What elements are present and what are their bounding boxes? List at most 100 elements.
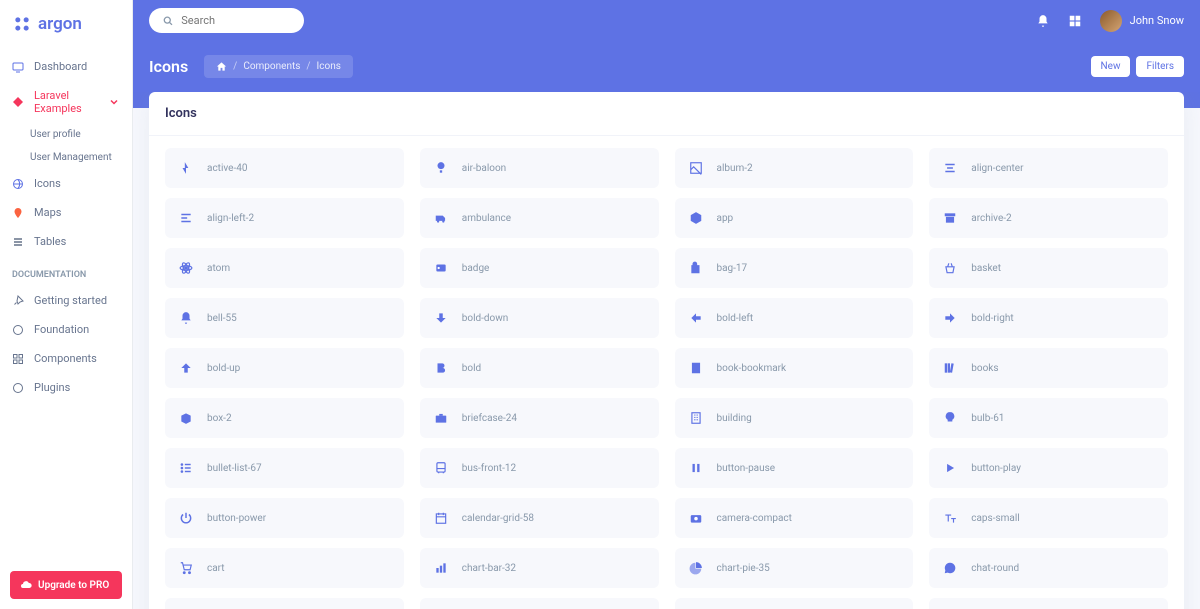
icon-cell-bulb-61[interactable]: bulb-61 bbox=[929, 398, 1168, 438]
icon-cell-atom[interactable]: atom bbox=[165, 248, 404, 288]
filters-button[interactable]: Filters bbox=[1136, 56, 1184, 77]
icon-cell-button-power[interactable]: button-power bbox=[165, 498, 404, 538]
breadcrumb-current: Icons bbox=[317, 61, 341, 72]
icon-label: active-40 bbox=[207, 163, 247, 174]
icon-cell-badge[interactable]: badge bbox=[420, 248, 659, 288]
icon-label: align-center bbox=[971, 163, 1023, 174]
upgrade-label: Upgrade to PRO bbox=[38, 580, 109, 591]
app-icon bbox=[689, 211, 703, 225]
icon-cell-building[interactable]: building bbox=[675, 398, 914, 438]
icon-cell-cloud-download-95[interactable]: cloud-download-95 bbox=[675, 598, 914, 609]
topbar: John Snow bbox=[133, 0, 1200, 41]
icon-cell-books[interactable]: books bbox=[929, 348, 1168, 388]
icon-cell-bold-right[interactable]: bold-right bbox=[929, 298, 1168, 338]
search-box[interactable] bbox=[149, 8, 304, 33]
sidebar-sub-user-profile[interactable]: User profile bbox=[0, 123, 132, 146]
icon-label: bullet-list-67 bbox=[207, 463, 262, 474]
icon-cell-chat-round[interactable]: chat-round bbox=[929, 548, 1168, 588]
pin-icon bbox=[12, 207, 24, 219]
sidebar-item-tables[interactable]: Tables bbox=[0, 227, 132, 256]
icon-cell-bullet-list-67[interactable]: bullet-list-67 bbox=[165, 448, 404, 488]
new-button[interactable]: New bbox=[1091, 56, 1131, 77]
icon-grid: active-40 air-baloon album-2 align-center al… bbox=[165, 148, 1168, 609]
nav: Dashboard Laravel Examples User profile … bbox=[0, 48, 132, 561]
bell-icon[interactable] bbox=[1036, 14, 1050, 28]
icon-cell-app[interactable]: app bbox=[675, 198, 914, 238]
sidebar-item-getting-started[interactable]: Getting started bbox=[0, 286, 132, 315]
card-title: Icons bbox=[149, 92, 1184, 136]
icon-cell-briefcase-24[interactable]: briefcase-24 bbox=[420, 398, 659, 438]
icon-cell-cloud-upload-96[interactable]: cloud-upload-96 bbox=[929, 598, 1168, 609]
icon-cell-bold-left[interactable]: bold-left bbox=[675, 298, 914, 338]
main: John Snow Icons / Components / Icons New… bbox=[133, 0, 1200, 609]
bag-17-icon bbox=[689, 261, 703, 275]
icon-cell-bus-front-12[interactable]: bus-front-12 bbox=[420, 448, 659, 488]
sidebar-item-foundation[interactable]: Foundation bbox=[0, 315, 132, 344]
sidebar-item-plugins[interactable]: Plugins bbox=[0, 373, 132, 402]
nav-header-documentation: DOCUMENTATION bbox=[0, 256, 132, 286]
icon-cell-chart-pie-35[interactable]: chart-pie-35 bbox=[675, 548, 914, 588]
tv-icon bbox=[12, 61, 24, 73]
icon-cell-calendar-grid-58[interactable]: calendar-grid-58 bbox=[420, 498, 659, 538]
icon-cell-bag-17[interactable]: bag-17 bbox=[675, 248, 914, 288]
icon-label: briefcase-24 bbox=[462, 413, 517, 424]
upgrade-button[interactable]: Upgrade to PRO bbox=[10, 571, 122, 599]
diamond-icon bbox=[12, 96, 24, 108]
search-input[interactable] bbox=[181, 14, 290, 27]
globe-icon bbox=[12, 178, 24, 190]
icon-cell-button-pause[interactable]: button-pause bbox=[675, 448, 914, 488]
bold-icon bbox=[434, 361, 448, 375]
icon-cell-air-baloon[interactable]: air-baloon bbox=[420, 148, 659, 188]
sidebar-item-maps[interactable]: Maps bbox=[0, 198, 132, 227]
sidebar-item-icons[interactable]: Icons bbox=[0, 169, 132, 198]
building-icon bbox=[689, 411, 703, 425]
button-power-icon bbox=[179, 511, 193, 525]
chevron-down-icon bbox=[108, 96, 120, 108]
icon-cell-bold-up[interactable]: bold-up bbox=[165, 348, 404, 388]
sidebar-item-components[interactable]: Components bbox=[0, 344, 132, 373]
icon-cell-circle-08[interactable]: circle-08 bbox=[420, 598, 659, 609]
sidebar-item-laravel[interactable]: Laravel Examples bbox=[0, 81, 132, 123]
apps-icon[interactable] bbox=[1068, 14, 1082, 28]
sidebar-sub-user-management[interactable]: User Management bbox=[0, 146, 132, 169]
ambulance-icon bbox=[434, 211, 448, 225]
list-icon bbox=[12, 236, 24, 248]
icon-cell-album-2[interactable]: album-2 bbox=[675, 148, 914, 188]
nav-label: Foundation bbox=[34, 323, 89, 336]
icon-label: ambulance bbox=[462, 213, 511, 224]
icon-cell-basket[interactable]: basket bbox=[929, 248, 1168, 288]
icon-cell-camera-compact[interactable]: camera-compact bbox=[675, 498, 914, 538]
align-left-2-icon bbox=[179, 211, 193, 225]
badge-icon bbox=[434, 261, 448, 275]
icon-cell-align-center[interactable]: align-center bbox=[929, 148, 1168, 188]
icon-cell-caps-small[interactable]: caps-small bbox=[929, 498, 1168, 538]
icon-cell-align-left-2[interactable]: align-left-2 bbox=[165, 198, 404, 238]
camera-compact-icon bbox=[689, 511, 703, 525]
brand-text: argon bbox=[38, 14, 82, 34]
icon-cell-book-bookmark[interactable]: book-bookmark bbox=[675, 348, 914, 388]
icon-cell-button-play[interactable]: button-play bbox=[929, 448, 1168, 488]
icon-cell-cart[interactable]: cart bbox=[165, 548, 404, 588]
sidebar-item-dashboard[interactable]: Dashboard bbox=[0, 52, 132, 81]
home-icon[interactable] bbox=[216, 61, 227, 72]
bell-55-icon bbox=[179, 311, 193, 325]
icon-cell-archive-2[interactable]: archive-2 bbox=[929, 198, 1168, 238]
icon-cell-active-40[interactable]: active-40 bbox=[165, 148, 404, 188]
icon-cell-bold[interactable]: bold bbox=[420, 348, 659, 388]
user-menu[interactable]: John Snow bbox=[1100, 10, 1184, 32]
page-title: Icons bbox=[149, 57, 188, 76]
icon-cell-bold-down[interactable]: bold-down bbox=[420, 298, 659, 338]
button-pause-icon bbox=[689, 461, 703, 475]
icon-cell-chart-bar-32[interactable]: chart-bar-32 bbox=[420, 548, 659, 588]
icon-cell-ambulance[interactable]: ambulance bbox=[420, 198, 659, 238]
book-bookmark-icon bbox=[689, 361, 703, 375]
icon-cell-check-bold[interactable]: check-bold bbox=[165, 598, 404, 609]
brand[interactable]: argon bbox=[0, 0, 132, 48]
button-play-icon bbox=[943, 461, 957, 475]
breadcrumb-section[interactable]: Components bbox=[243, 61, 300, 72]
grid-icon bbox=[12, 353, 24, 365]
icon-cell-bell-55[interactable]: bell-55 bbox=[165, 298, 404, 338]
air-baloon-icon bbox=[434, 161, 448, 175]
icon-cell-box-2[interactable]: box-2 bbox=[165, 398, 404, 438]
icon-label: books bbox=[971, 363, 998, 374]
